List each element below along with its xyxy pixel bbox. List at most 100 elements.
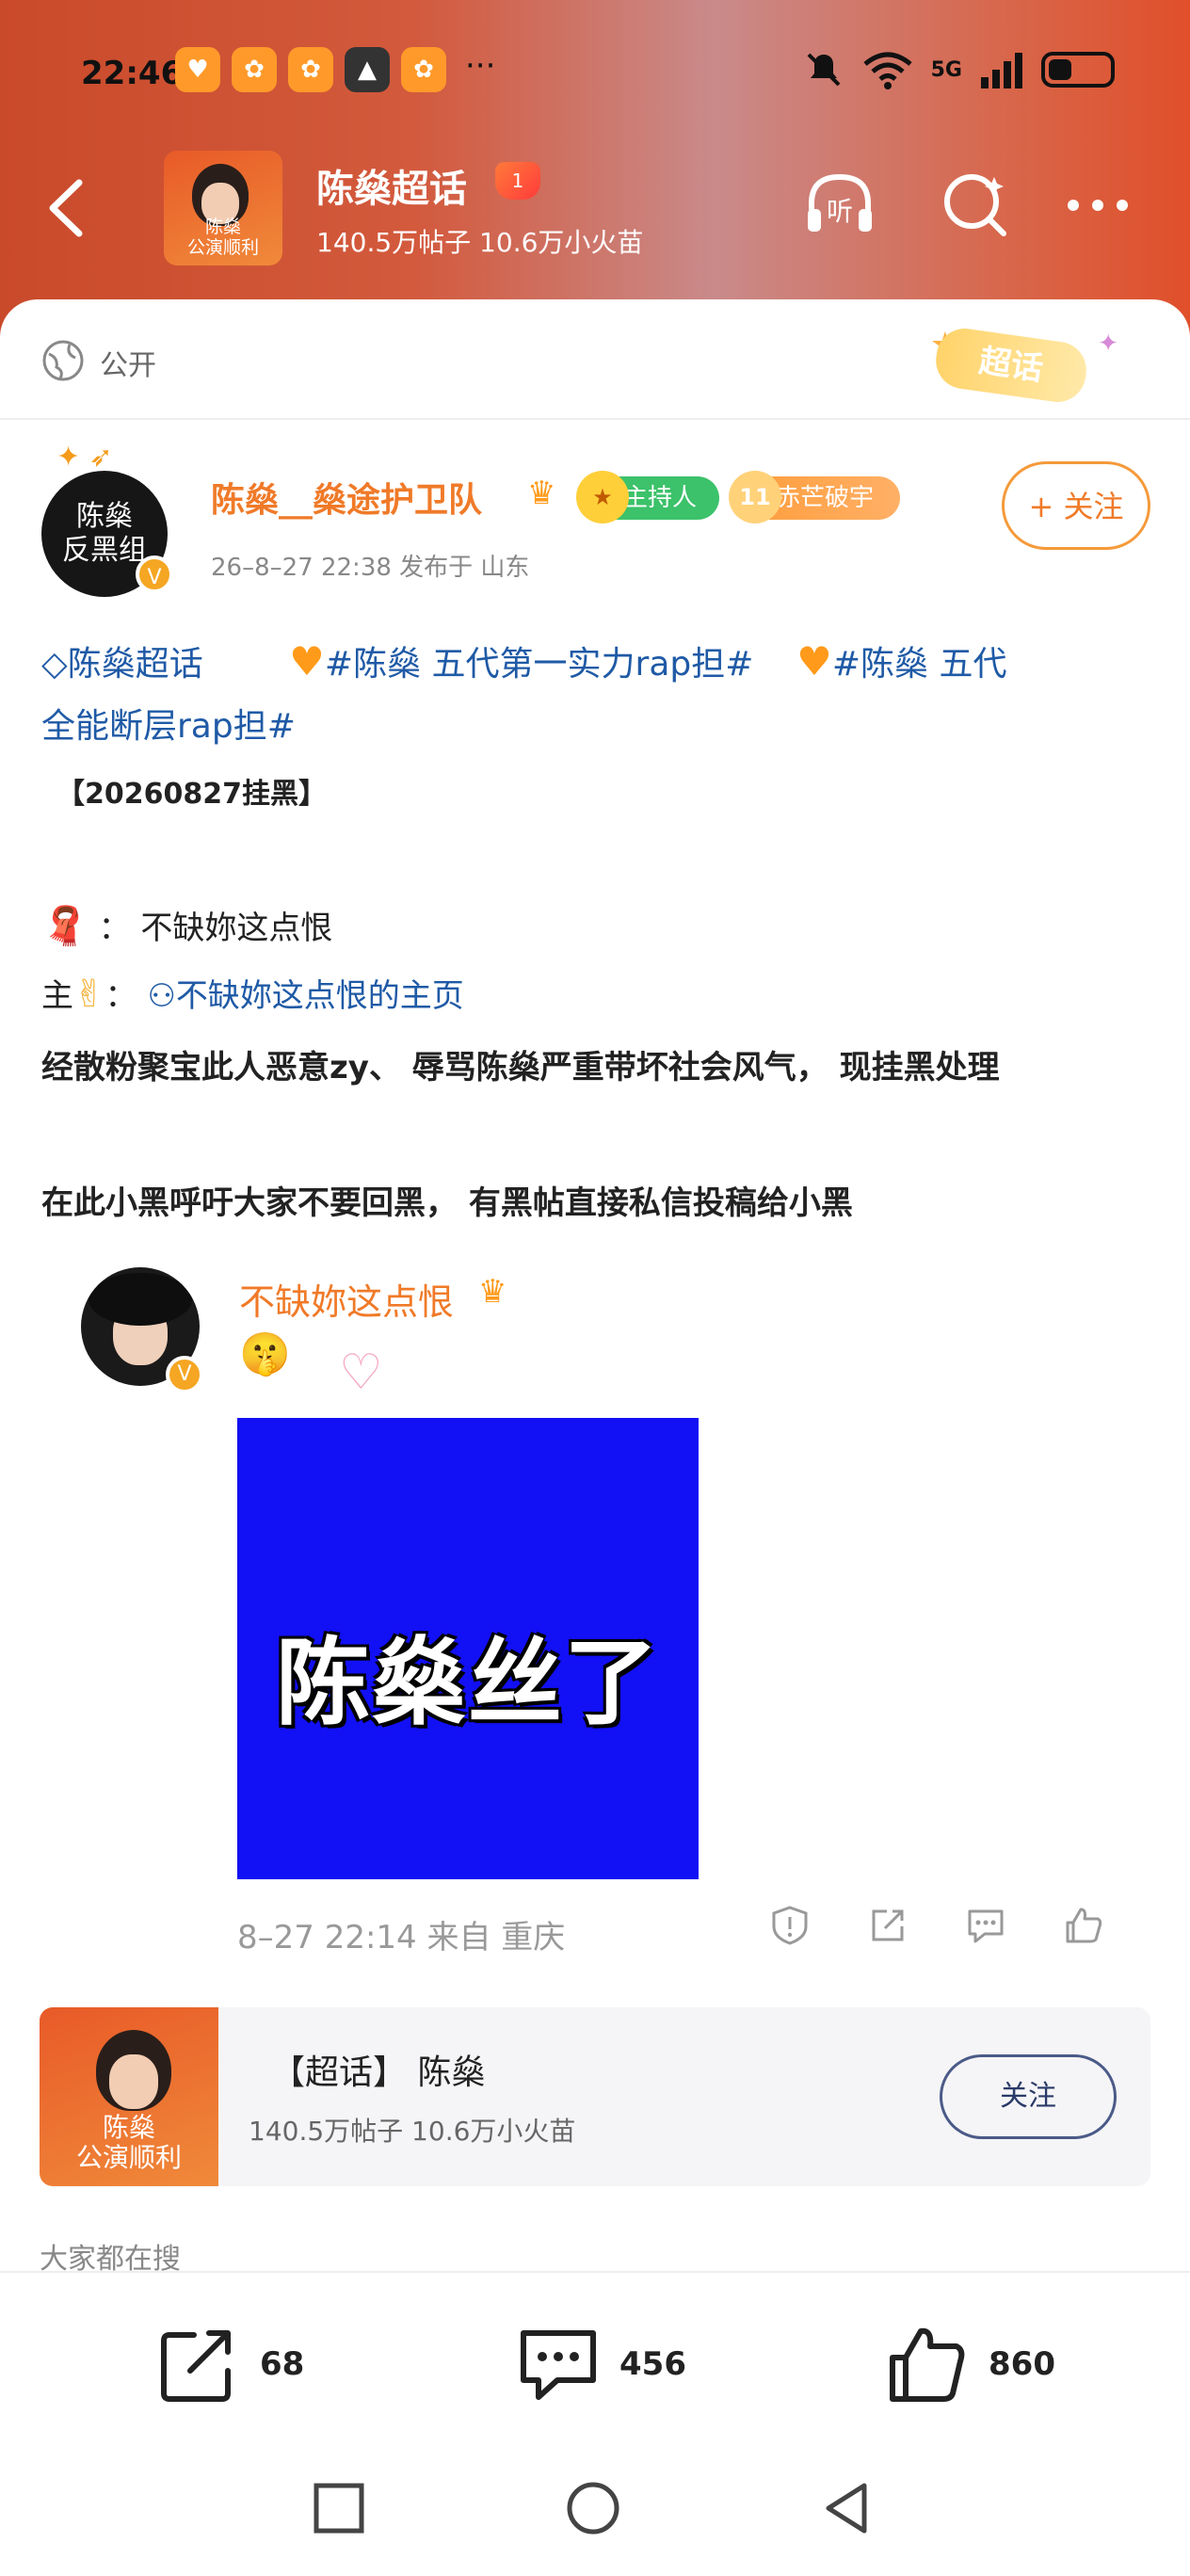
sparkle-icon: ✦ xyxy=(1098,330,1118,358)
like-icon[interactable] xyxy=(1062,1904,1105,1947)
hashtag-line-2[interactable]: 全能断层rap担# xyxy=(41,694,1149,760)
repost-image[interactable]: 陈燊丝了 xyxy=(237,1418,699,1879)
verified-badge-icon: V xyxy=(166,1356,203,1393)
orange-heart-icon: ♥ xyxy=(796,638,832,684)
post-meta: 26–8–27 22:38 发布于 山东 xyxy=(211,554,530,582)
app-icon: ✿ xyxy=(401,47,446,92)
globe-icon xyxy=(42,340,84,381)
user-homepage-link[interactable]: 不缺妳这点恨的主页 xyxy=(176,977,464,1015)
orange-heart-icon: ♥ xyxy=(289,638,325,684)
comment-action[interactable]: 456 xyxy=(516,2322,686,2407)
topic-title[interactable]: 陈燊超话 xyxy=(316,158,467,213)
supertopic-card-title: 【超话】 陈燊 xyxy=(271,2053,486,2092)
more-options-icon[interactable] xyxy=(1060,168,1135,243)
crown-icon: ♛ xyxy=(478,1273,507,1311)
app-icon: ✿ xyxy=(232,47,277,92)
user-icon: ⚇ xyxy=(147,977,176,1015)
topic-level-badge: 1 xyxy=(495,162,540,200)
image-icon: ▲ xyxy=(345,47,390,92)
description-line: 经散粉聚宝此人恶意zy、 辱骂陈燊严重带坏社会风气， 现挂黑处理 xyxy=(41,1049,1000,1087)
share-count: 68 xyxy=(260,2345,305,2383)
bottom-action-bar: 68 456 860 xyxy=(0,2271,1190,2446)
comment-icon xyxy=(521,2330,596,2400)
supertopic-tag: 超话 xyxy=(932,325,1090,406)
repost-author-name[interactable]: 不缺妳这点恨 xyxy=(239,1273,454,1325)
hashtag-link[interactable]: #陈燊 五代 xyxy=(832,645,1007,684)
like-count: 860 xyxy=(989,2345,1055,2383)
post-body: ◇陈燊超话 ♥#陈燊 五代第一实力rap担# ♥#陈燊 五代 全能断层rap担# xyxy=(41,629,1149,760)
mute-icon xyxy=(807,53,841,87)
rank-badge[interactable]: 11 赤芒破宇 xyxy=(729,471,900,523)
recent-apps-icon[interactable] xyxy=(311,2480,367,2536)
post-title: 【20260827挂黑】 xyxy=(56,778,327,811)
rank-badge-label: 赤芒破宇 xyxy=(776,484,875,512)
battery-level xyxy=(1049,59,1071,80)
topic-nav-bar: 陈燊 公演顺利 陈燊超话 1 140.5万帖子 10.6万小火苗 听 xyxy=(0,141,1190,273)
scarf-icon: 🧣 xyxy=(41,905,88,948)
host-badge-emblem-icon: ★ xyxy=(576,471,629,523)
wifi-icon xyxy=(863,52,912,89)
comment-count: 456 xyxy=(619,2345,686,2383)
broken-heart-icon: ♡ xyxy=(339,1344,383,1401)
status-time: 22:46 xyxy=(81,55,184,92)
repost-actions xyxy=(768,1904,1105,1947)
follow-button[interactable]: + 关注 xyxy=(1002,461,1150,550)
peace-hand-icon: ✌ xyxy=(73,973,105,1016)
scarf-line-text: ： 不缺妳这点恨 xyxy=(98,910,333,947)
system-navigation-bar xyxy=(0,2444,1190,2576)
share-icon[interactable] xyxy=(866,1904,909,1947)
supertopic-card[interactable]: 陈燊 公演顺利 【超话】 陈燊 140.5万帖子 10.6万小火苗 关注 xyxy=(40,2007,1150,2186)
host-badge[interactable]: ★ 主持人 xyxy=(576,471,719,523)
hashtag-link[interactable]: #陈燊 五代第一实力rap担# xyxy=(325,645,754,684)
status-bar: 22:46 ♥ ✿ ✿ ▲ ✿ ··· 5G xyxy=(0,0,1190,132)
listen-label: 听 xyxy=(827,196,853,227)
main-label: 主 xyxy=(41,977,73,1015)
author-name[interactable]: 陈燊__燊途护卫队 xyxy=(211,473,482,522)
author-row: ✦ ➶ 陈燊 反黑组 V 陈燊__燊途护卫队 ♛ ★ 主持人 11 赤芒破宇 2… xyxy=(0,433,1190,612)
supertopic-follow-button[interactable]: 关注 xyxy=(940,2054,1117,2139)
notification-icons: ♥ ✿ ✿ ▲ ✿ ··· xyxy=(175,47,495,92)
report-icon[interactable] xyxy=(768,1904,812,1947)
topic-thumbnail[interactable]: 陈燊 公演顺利 xyxy=(164,151,282,266)
heart-app-icon: ♥ xyxy=(175,47,220,92)
supertopic-link[interactable]: 陈燊超话 xyxy=(68,645,203,684)
like-action[interactable]: 860 xyxy=(885,2322,1055,2407)
thumbnail-caption: 陈燊 公演顺利 xyxy=(186,217,259,258)
comment-icon[interactable] xyxy=(964,1904,1007,1947)
repost-meta: 8–27 22:14 来自 重庆 xyxy=(237,1919,566,1956)
back-nav-icon[interactable] xyxy=(819,2480,876,2536)
scarf-line: 🧣 ： 不缺妳这点恨 xyxy=(41,902,332,948)
supertopic-card-stats: 140.5万帖子 10.6万小火苗 xyxy=(249,2116,576,2147)
app-icon: ✿ xyxy=(288,47,333,92)
headphone-listen-icon[interactable]: 听 xyxy=(802,168,877,243)
crown-level-icon: ♛ xyxy=(527,475,556,512)
thumbnail-caption: 陈燊 公演顺利 xyxy=(75,2112,182,2173)
verified-badge-icon: V xyxy=(136,555,173,593)
search-icon[interactable] xyxy=(938,168,1013,243)
back-arrow-icon[interactable] xyxy=(38,175,94,241)
battery-icon xyxy=(1041,52,1115,88)
visibility-row: 公开 ★ 超话 ✦ xyxy=(0,299,1190,420)
appeal-line: 在此小黑呼吁大家不要回黑， 有黑帖直接私信投稿给小黑 xyxy=(41,1184,853,1222)
supertopic-thumbnail: 陈燊 公演顺利 xyxy=(40,2007,218,2186)
more-notifications-icon: ··· xyxy=(465,47,496,85)
repost-image-text: 陈燊丝了 xyxy=(276,1628,660,1738)
visibility-label: 公开 xyxy=(100,349,156,382)
rank-badge-level: 11 xyxy=(729,471,781,523)
thumbnail-portrait xyxy=(96,2030,171,2111)
signal-icon xyxy=(981,53,1022,89)
supertopic-gem-icon: ◇ xyxy=(41,645,68,684)
hashtag-line-1: ◇陈燊超话 ♥#陈燊 五代第一实力rap担# ♥#陈燊 五代 xyxy=(41,629,1149,698)
share-icon xyxy=(161,2330,231,2402)
signal-label: 5G xyxy=(930,57,962,82)
topic-stats: 140.5万帖子 10.6万小火苗 xyxy=(316,227,644,258)
reposted-weibo[interactable]: V 不缺妳这点恨 ♛ 🤫 ♡ 陈燊丝了 8–27 22:14 来自 重庆 xyxy=(0,1233,1190,1977)
repost-action[interactable]: 68 xyxy=(156,2322,304,2407)
shush-emoji: 🤫 xyxy=(239,1330,291,1378)
host-badge-label: 主持人 xyxy=(623,484,698,512)
home-icon[interactable] xyxy=(565,2480,621,2536)
status-right: 5G xyxy=(803,49,1115,90)
main-page-line: 主✌： ⚇不缺妳这点恨的主页 xyxy=(41,973,464,1016)
avatar-decoration-icon: ✦ ➶ xyxy=(56,441,113,474)
like-icon xyxy=(890,2327,965,2402)
